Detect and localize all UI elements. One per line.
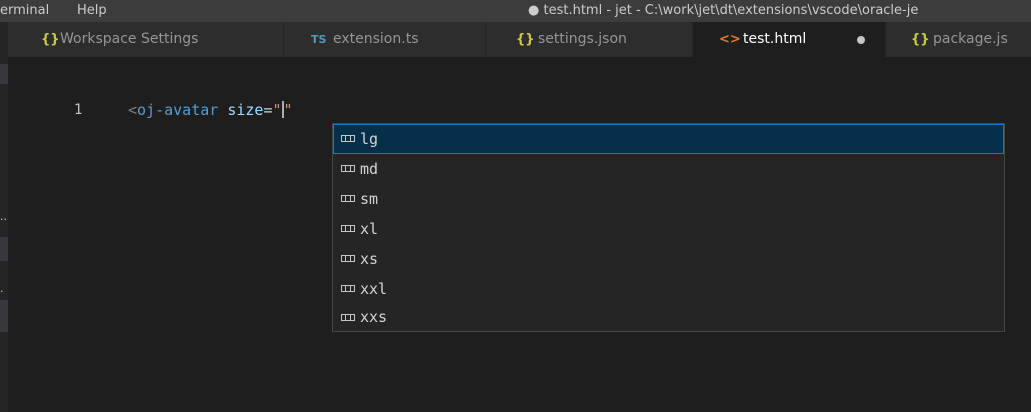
braces-icon: {}	[911, 32, 930, 47]
tab-package-json[interactable]: {} package.js	[886, 22, 1031, 57]
tag-name: oj-avatar	[137, 101, 219, 119]
suggestion-label: xxl	[360, 280, 388, 298]
typescript-icon: TS	[311, 33, 327, 46]
line-number: 1	[74, 102, 83, 118]
suggestion-item-md[interactable]: md	[333, 154, 1004, 184]
suggestion-item-lg[interactable]: lg	[333, 124, 1004, 154]
enum-value-icon	[341, 135, 355, 142]
tag-open-bracket: <	[128, 101, 138, 119]
tab-workspace-settings[interactable]: {} Workspace Settings	[8, 22, 284, 57]
suggestion-label: xs	[360, 250, 379, 268]
title-bar: erminal Help ● test.html - jet - C:\work…	[0, 0, 1031, 22]
menu-terminal[interactable]: erminal	[0, 0, 49, 22]
suggestion-widget[interactable]: lg md sm xl xs xxl xxs	[332, 123, 1005, 332]
tab-settings-json[interactable]: {} settings.json	[486, 22, 693, 57]
suggestion-item-xs[interactable]: xs	[333, 244, 1004, 274]
tab-label: extension.ts	[333, 31, 419, 47]
window-title: ● test.html - jet - C:\work\jet\dt\exten…	[528, 3, 919, 18]
enum-value-icon	[341, 165, 355, 172]
tab-test-html[interactable]: <> test.html	[693, 22, 886, 57]
tab-label: test.html	[743, 31, 807, 47]
suggestion-item-xxs[interactable]: xxs	[333, 304, 1004, 331]
enum-value-icon	[341, 285, 355, 292]
tab-label: package.js	[933, 31, 1008, 47]
side-panel-mark	[0, 237, 8, 261]
side-panel-edge: .. .	[0, 22, 8, 412]
suggestion-label: lg	[360, 130, 379, 148]
string-quote-close: "	[283, 101, 293, 119]
suggestion-item-xl[interactable]: xl	[333, 214, 1004, 244]
side-panel-overflow-dots[interactable]: .	[0, 283, 4, 294]
suggestion-label: sm	[360, 190, 379, 208]
braces-icon: {}	[41, 32, 60, 47]
side-panel-mark	[0, 64, 8, 84]
enum-value-icon	[341, 314, 355, 321]
suggestion-label: xl	[360, 220, 379, 238]
tab-label: settings.json	[538, 31, 627, 47]
enum-value-icon	[341, 225, 355, 232]
suggestion-label: md	[360, 160, 379, 178]
tab-extension-ts[interactable]: TS extension.ts	[284, 22, 486, 57]
tab-label: Workspace Settings	[60, 31, 199, 47]
enum-value-icon	[341, 255, 355, 262]
side-panel-mark	[0, 300, 8, 332]
code-line[interactable]: <oj-avatar size=" "	[128, 101, 293, 120]
unsaved-dot-icon[interactable]	[857, 36, 865, 44]
suggestion-item-xxl[interactable]: xxl	[333, 274, 1004, 304]
suggestion-label: xxs	[360, 308, 388, 326]
side-panel-overflow-dots[interactable]: ..	[0, 211, 7, 222]
editor-tab-bar: {} Workspace Settings TS extension.ts {}…	[8, 22, 1031, 57]
enum-value-icon	[341, 195, 355, 202]
attribute-name: size	[227, 101, 264, 119]
menu-help[interactable]: Help	[77, 0, 107, 22]
html-icon: <>	[719, 32, 741, 47]
equals-sign: =	[263, 101, 273, 119]
string-quote-open: "	[272, 101, 282, 119]
suggestion-item-sm[interactable]: sm	[333, 184, 1004, 214]
braces-icon: {}	[516, 32, 535, 47]
